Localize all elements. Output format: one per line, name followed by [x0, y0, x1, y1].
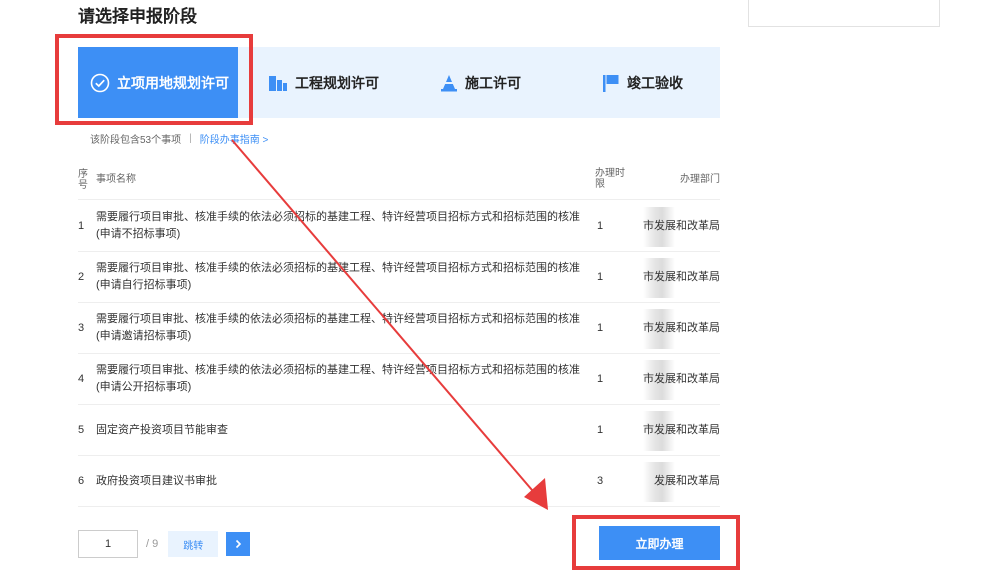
row-time: 3	[597, 475, 604, 487]
tab-stage-2[interactable]: 工程规划许可	[268, 47, 379, 118]
table-header: 序号 事项名称 办理时限 办理部门	[78, 164, 720, 200]
flag-icon	[602, 74, 620, 92]
table-row[interactable]: 6 政府投资项目建议书审批 3 发展和改革局	[78, 456, 720, 507]
row-time: 1	[597, 373, 604, 385]
check-circle-icon	[90, 73, 110, 93]
row-time: 1	[597, 424, 604, 436]
pagination: / 9 跳转	[78, 530, 251, 558]
table-row[interactable]: 4 需要履行项目审批、核准手续的依法必须招标的基建工程、特许经营项目招标方式和招…	[78, 354, 720, 405]
table-row[interactable]: 1 需要履行项目审批、核准手续的依法必须招标的基建工程、特许经营项目招标方式和招…	[78, 201, 720, 252]
row-dept: 市发展和改革局	[643, 372, 720, 385]
row-index: 6	[78, 475, 85, 487]
table-row[interactable]: 3 需要履行项目审批、核准手续的依法必须招标的基建工程、特许经营项目招标方式和招…	[78, 303, 720, 354]
header-dept: 办理部门	[680, 174, 720, 185]
cone-icon	[440, 74, 458, 92]
jump-button[interactable]: 跳转	[168, 531, 219, 557]
item-count-text: 该阶段包含53个事项	[90, 135, 182, 146]
building-icon	[268, 74, 288, 92]
page-title: 请选择申报阶段	[78, 7, 197, 26]
tab-stage-4[interactable]: 竣工验收	[602, 47, 683, 118]
row-name: 政府投资项目建议书审批	[96, 474, 217, 487]
tab-stage-3[interactable]: 施工许可	[440, 47, 521, 118]
row-index: 2	[78, 271, 85, 283]
header-seq: 序号	[78, 169, 88, 191]
row-dept: 市发展和改革局	[643, 423, 720, 436]
stage-tabs: 立项用地规划许可 工程规划许可 施工许可 竣工验收	[78, 47, 720, 118]
row-name: 需要履行项目审批、核准手续的依法必须招标的基建工程、特许经营项目招标方式和招标范…	[96, 313, 580, 342]
stage-guide-link[interactable]: 阶段办事指南 >	[200, 131, 269, 146]
row-index: 4	[78, 373, 85, 385]
header-name: 事项名称	[96, 174, 136, 185]
side-panel	[748, 0, 940, 27]
page-number-input[interactable]	[78, 530, 138, 558]
tab-stage-1-label: 立项用地规划许可	[117, 74, 229, 91]
row-index: 3	[78, 322, 85, 334]
submit-button[interactable]: 立即办理	[599, 526, 720, 560]
tab-stage-2-label: 工程规划许可	[295, 74, 379, 91]
row-name: 需要履行项目审批、核准手续的依法必须招标的基建工程、特许经营项目招标方式和招标范…	[96, 262, 580, 291]
row-dept: 发展和改革局	[654, 474, 720, 487]
next-page-button[interactable]	[226, 532, 251, 556]
row-index: 1	[78, 220, 85, 232]
table-row[interactable]: 5 固定资产投资项目节能审查 1 市发展和改革局	[78, 405, 720, 456]
row-dept: 市发展和改革局	[643, 219, 720, 232]
row-name: 需要履行项目审批、核准手续的依法必须招标的基建工程、特许经营项目招标方式和招标范…	[96, 364, 580, 393]
row-name: 固定资产投资项目节能审查	[96, 423, 228, 436]
page-total: / 9	[146, 538, 159, 550]
row-dept: 市发展和改革局	[643, 321, 720, 334]
tab-stage-3-label: 施工许可	[465, 74, 521, 91]
row-time: 1	[597, 322, 604, 334]
stage-summary: 该阶段包含53个事项 | 阶段办事指南 >	[90, 131, 268, 146]
chevron-right-icon	[236, 539, 242, 549]
row-dept: 市发展和改革局	[643, 270, 720, 283]
row-time: 1	[597, 220, 604, 232]
row-time: 1	[597, 271, 604, 283]
header-time: 办理时限	[595, 168, 625, 190]
table-row[interactable]: 2 需要履行项目审批、核准手续的依法必须招标的基建工程、特许经营项目招标方式和招…	[78, 252, 720, 303]
tab-stage-1[interactable]: 立项用地规划许可	[78, 47, 238, 118]
row-index: 5	[78, 424, 85, 436]
tab-stage-4-label: 竣工验收	[627, 74, 683, 91]
divider: |	[189, 133, 192, 144]
row-name: 需要履行项目审批、核准手续的依法必须招标的基建工程、特许经营项目招标方式和招标范…	[96, 211, 580, 240]
